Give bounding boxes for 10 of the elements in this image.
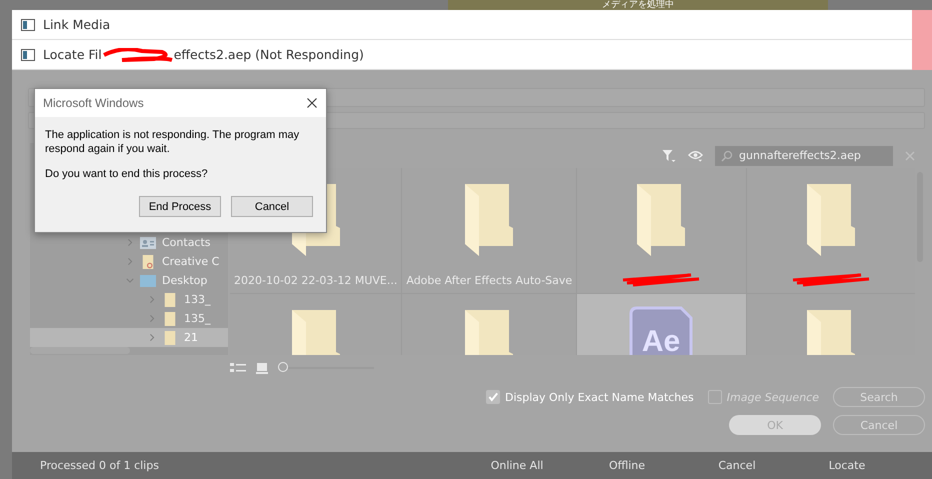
- after-effects-file-icon: Ae: [629, 306, 694, 355]
- dialog-question: Do you want to end this process?: [45, 167, 209, 181]
- dialog-title: Microsoft Windows: [43, 96, 144, 110]
- window-title: Locate Fil: [43, 47, 102, 62]
- window-title: Link Media: [43, 17, 110, 32]
- window-title: effects2.aep (Not Responding): [174, 47, 364, 62]
- file-name: 2020-10-02 22-03-12 MUVE...: [234, 274, 398, 287]
- dialog-message: The application is not responding. The program may respond again if you wait.: [45, 128, 300, 156]
- file-name: Adobe After Effects Auto-Save: [406, 274, 572, 287]
- status-text: Processed 0 of 1 clips: [40, 459, 159, 472]
